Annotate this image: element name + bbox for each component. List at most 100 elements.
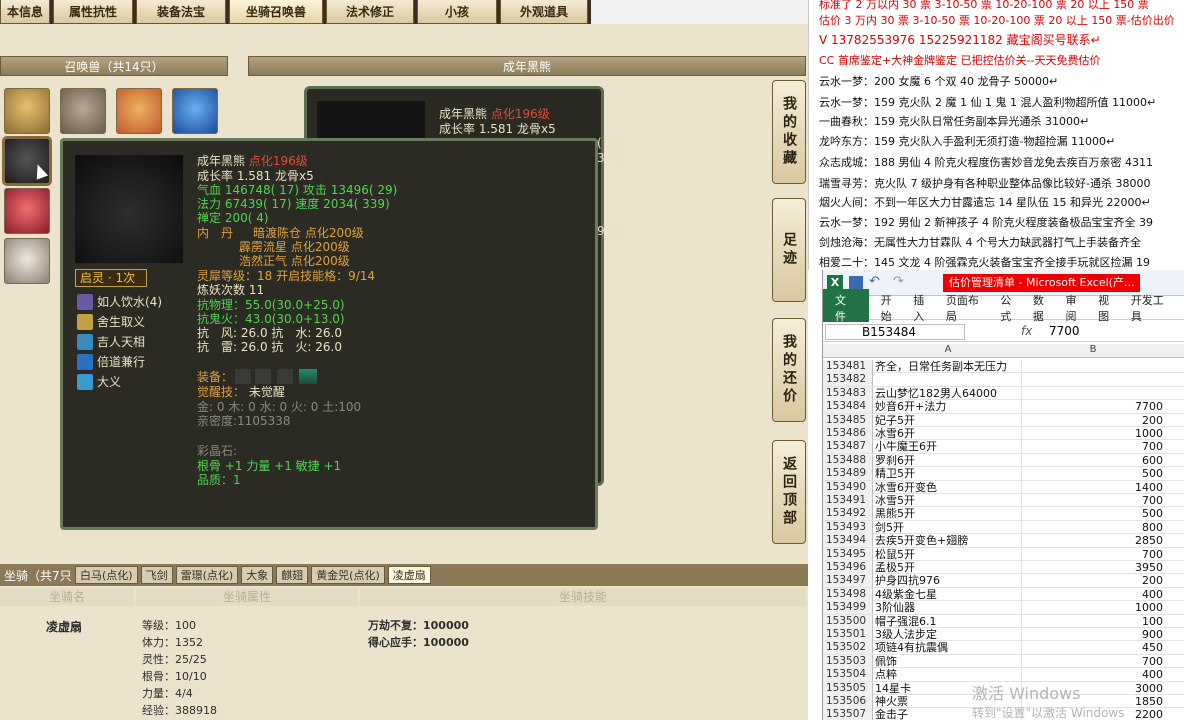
summon-avatar[interactable] [4, 188, 50, 234]
cell-a[interactable]: 小牛魔王6开 [875, 440, 1021, 453]
tab-children[interactable]: 小孩 [417, 0, 497, 24]
cell-b[interactable]: 3950 [1023, 561, 1163, 574]
row-number[interactable]: 153489 [823, 467, 873, 481]
row-number[interactable]: 153505 [823, 681, 873, 695]
name-box[interactable]: B153484 [825, 324, 965, 340]
row-number[interactable]: 153502 [823, 641, 873, 655]
cell-a[interactable]: 齐全，日常任务副本无压力 [875, 360, 1021, 373]
row-number[interactable]: 153487 [823, 440, 873, 454]
row-number[interactable]: 153490 [823, 480, 873, 494]
ribbon-tab-review[interactable]: 审阅 [1065, 292, 1087, 324]
tab-basic-info[interactable]: 本信息 [0, 0, 50, 24]
row-number[interactable]: 153501 [823, 628, 873, 641]
mount-tab[interactable]: 雷璟(点化) [175, 566, 239, 584]
mount-tab-selected[interactable]: 凌虚扇 [387, 566, 431, 584]
my-favorites-button[interactable]: 我的收藏 [772, 80, 806, 184]
cell-b[interactable]: 600 [1023, 454, 1163, 467]
cell-a[interactable]: 3级人法步定 [875, 628, 1021, 641]
cell-a[interactable]: 项链4有抗震偶 [875, 641, 1021, 654]
cell-a[interactable]: 罗刹6开 [875, 454, 1021, 467]
cell-b[interactable]: 500 [1023, 467, 1163, 480]
cell-a[interactable]: 云山梦忆182男人64000 [875, 387, 1021, 400]
row-number[interactable]: 153491 [823, 494, 873, 507]
cell-b[interactable]: 700 [1023, 655, 1163, 668]
ribbon-tab-layout[interactable]: 页面布局 [946, 292, 989, 324]
cell-a[interactable]: 孟极5开 [875, 561, 1021, 574]
tab-spell-mods[interactable]: 法术修正 [326, 0, 414, 24]
row-number[interactable]: 153488 [823, 453, 873, 467]
cell-b[interactable]: 200 [1023, 414, 1163, 427]
cell-a[interactable]: 冰雪5开 [875, 494, 1021, 507]
summon-avatar[interactable] [4, 238, 50, 284]
cell-b[interactable]: 2850 [1023, 534, 1163, 547]
row-number[interactable]: 153485 [823, 413, 873, 427]
cell-b[interactable]: 7700 [1023, 400, 1163, 413]
row-number[interactable]: 153484 [823, 400, 873, 414]
cell-a[interactable]: 妙音6开+法力 [875, 400, 1021, 413]
ribbon-tab-data[interactable]: 数据 [1033, 292, 1055, 324]
tab-mounts-summons[interactable]: 坐骑召唤兽 [229, 0, 323, 24]
undo-icon[interactable]: ↶ [869, 274, 880, 289]
cell-a[interactable]: 帽子强混6.1 [875, 615, 1021, 628]
footprints-button[interactable]: 足迹 [772, 198, 806, 302]
summon-avatar[interactable] [60, 88, 106, 134]
row-number[interactable]: 153503 [823, 654, 873, 668]
cell-b[interactable]: 700 [1023, 548, 1163, 561]
cell-a[interactable]: 去疾5开变色+翅膀 [875, 534, 1021, 547]
formula-input[interactable]: 7700 [1049, 324, 1080, 338]
col-header-a[interactable]: A [875, 344, 1021, 355]
row-number[interactable]: 153492 [823, 507, 873, 521]
tab-equipment[interactable]: 装备法宝 [136, 0, 226, 24]
ribbon-tab-view[interactable]: 视图 [1098, 292, 1120, 324]
tab-appearance[interactable]: 外观道具 [500, 0, 588, 24]
cell-a[interactable]: 4级紫金七星 [875, 588, 1021, 601]
cell-b[interactable]: 100 [1023, 615, 1163, 628]
cell-b[interactable]: 900 [1023, 628, 1163, 641]
redo-icon[interactable]: ↷ [893, 274, 904, 289]
ribbon-tab-developer[interactable]: 开发工具 [1131, 292, 1174, 324]
row-number[interactable]: 153495 [823, 547, 873, 561]
mount-tab[interactable]: 飞剑 [140, 566, 173, 584]
cell-b[interactable]: 500 [1023, 507, 1163, 520]
summon-avatar[interactable] [116, 88, 162, 134]
row-number[interactable]: 153483 [823, 386, 873, 400]
row-number[interactable]: 153507 [823, 708, 873, 720]
mount-tab[interactable]: 黄金兕(点化) [311, 566, 385, 584]
cell-a[interactable]: 佩饰 [875, 655, 1021, 668]
cell-a[interactable]: 冰雪6开 [875, 427, 1021, 440]
cell-b[interactable]: 700 [1023, 494, 1163, 507]
cell-a[interactable]: 3阶仙器 [875, 601, 1021, 614]
fx-icon[interactable]: fx [1021, 324, 1032, 338]
cell-a[interactable]: 精卫5开 [875, 467, 1021, 480]
cell-b[interactable]: 1000 [1023, 601, 1163, 614]
my-bargain-button[interactable]: 我的还价 [772, 318, 806, 422]
summon-avatar[interactable] [172, 88, 218, 134]
mount-tab[interactable]: 麒翅 [276, 566, 309, 584]
row-number[interactable]: 153504 [823, 668, 873, 682]
cell-b[interactable]: 200 [1023, 574, 1163, 587]
cell-a[interactable]: 冰雪6开变色 [875, 481, 1021, 494]
row-number[interactable]: 153497 [823, 574, 873, 588]
cell-b[interactable]: 1000 [1023, 427, 1163, 440]
mount-tab[interactable]: 大象 [241, 566, 274, 584]
cell-b[interactable]: 800 [1023, 521, 1163, 534]
summon-avatar[interactable] [4, 88, 50, 134]
col-header-b[interactable]: B [1023, 344, 1163, 355]
cell-b[interactable]: 700 [1023, 440, 1163, 453]
ribbon-tab-formulas[interactable]: 公式 [1000, 292, 1022, 324]
mount-tab[interactable]: 白马(点化) [75, 566, 138, 584]
row-number[interactable]: 153496 [823, 561, 873, 574]
row-number[interactable]: 153500 [823, 614, 873, 628]
row-number[interactable]: 153493 [823, 520, 873, 534]
row-number[interactable]: 153482 [823, 373, 873, 387]
cell-a[interactable]: 妃子5开 [875, 414, 1021, 427]
row-number[interactable]: 153486 [823, 427, 873, 440]
row-number[interactable]: 153498 [823, 587, 873, 601]
cell-a[interactable]: 护身四抗976 [875, 574, 1021, 587]
ribbon-tab-insert[interactable]: 插入 [913, 292, 935, 324]
row-number[interactable]: 153499 [823, 601, 873, 615]
cell-b[interactable]: 400 [1023, 588, 1163, 601]
cell-a[interactable]: 松鼠5开 [875, 548, 1021, 561]
cell-b[interactable]: 1400 [1023, 481, 1163, 494]
tab-attributes[interactable]: 属性抗性 [53, 0, 133, 24]
